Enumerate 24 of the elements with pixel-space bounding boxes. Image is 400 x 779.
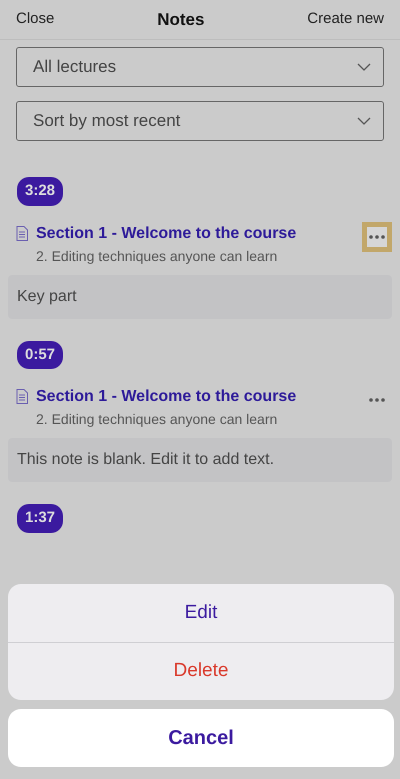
cancel-button[interactable]: Cancel [8,709,394,767]
timestamp-badge[interactable]: 3:28 [17,177,64,206]
more-button[interactable] [362,222,392,252]
note-title[interactable]: Section 1 - Welcome to the course [36,222,354,246]
dropdown[interactable]: All lectures [16,47,384,87]
timestamp-badge[interactable]: 0:57 [17,340,64,369]
chevron-down-icon [357,63,371,71]
lecture-name: 2. Editing techniques anyone can learn [36,246,278,266]
delete-button[interactable]: Delete [8,642,394,700]
dropdown[interactable]: Sort by most recent [16,101,384,141]
ellipsis-icon [369,234,385,238]
note-title[interactable]: Section 1 - Welcome to the course [36,385,354,409]
document-icon [16,389,28,404]
note-text: Key part [8,274,392,318]
timestamp-badge[interactable]: 1:37 [17,504,64,532]
create-new-button[interactable]: Create new [307,8,384,31]
edit-button[interactable]: Edit [8,584,394,642]
note-text: This note is blank. Edit it to add text. [8,438,392,482]
chevron-down-icon [357,117,371,125]
close-button[interactable]: Close [16,8,54,31]
ellipsis-icon [369,398,385,402]
header-title: Notes [157,8,204,31]
lecture-name: 2. Editing techniques anyone can learn [36,410,278,429]
document-icon [16,226,28,240]
